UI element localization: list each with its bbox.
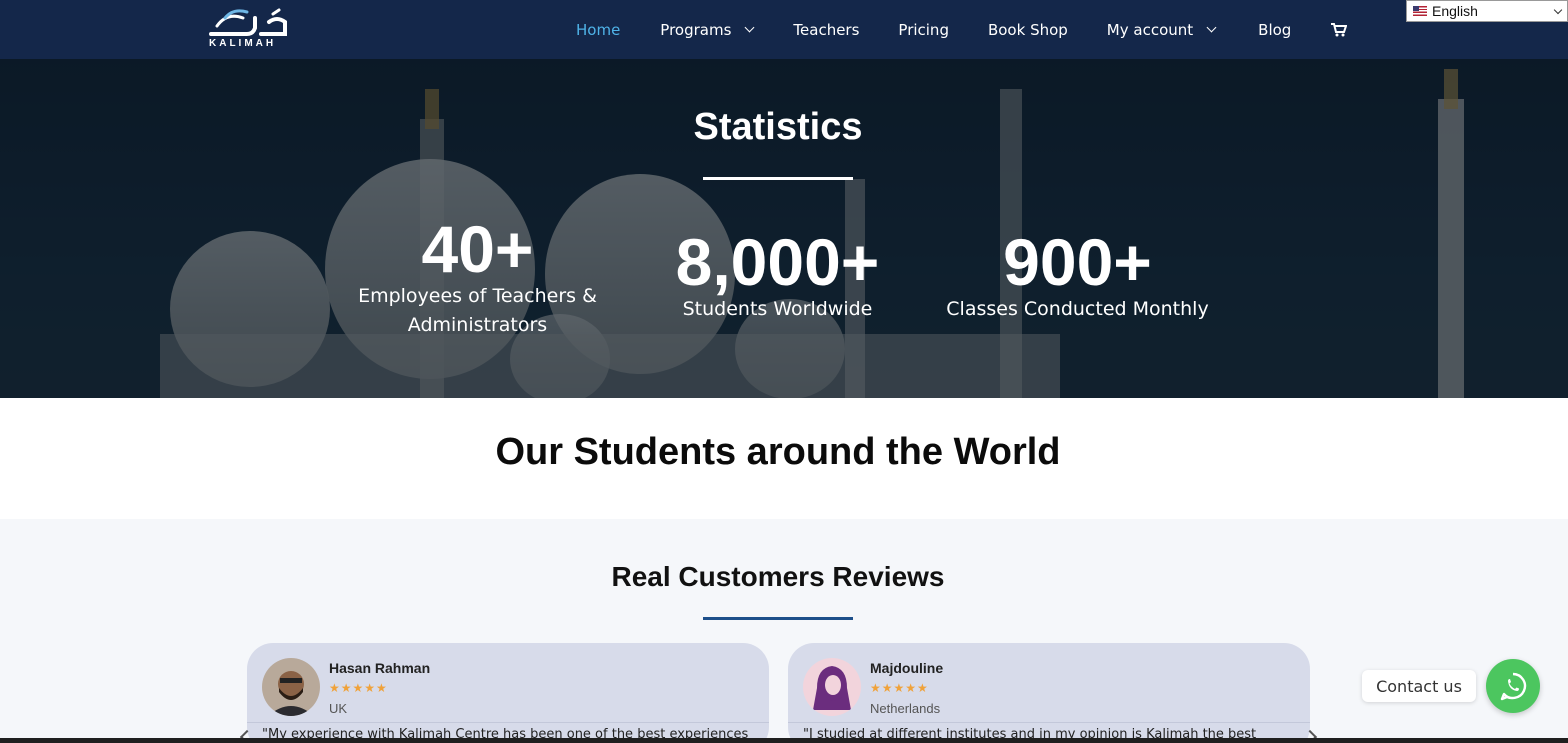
reviews-title: Real Customers Reviews — [611, 561, 945, 592]
nav-home[interactable]: Home — [576, 21, 620, 39]
stat-classes: 900+ Classes Conducted Monthly — [940, 229, 1215, 324]
nav-programs[interactable]: Programs — [660, 21, 755, 39]
avatar — [803, 658, 861, 716]
divider — [788, 722, 1310, 723]
contact-us-label[interactable]: Contact us — [1362, 670, 1476, 702]
title-underline — [703, 617, 853, 620]
stat-label: Classes Conducted Monthly — [946, 298, 1209, 320]
stat-number: 900+ — [1003, 225, 1152, 299]
cart-icon — [1331, 22, 1348, 36]
students-world-section: Our Students around the World — [0, 398, 1568, 519]
cart-button[interactable] — [1331, 22, 1348, 37]
reviewer-country: Netherlands — [870, 701, 941, 716]
stat-teachers: 40+ Employees of Teachers & Administrato… — [355, 216, 600, 340]
reviewer-name: Hasan Rahman — [329, 660, 431, 676]
nav-book-shop[interactable]: Book Shop — [988, 21, 1068, 39]
avatar — [262, 658, 320, 716]
statistics-section: Statistics 40+ Employees of Teachers & A… — [0, 59, 1568, 398]
nav-my-account[interactable]: My account — [1107, 21, 1217, 39]
kalimah-logo[interactable]: KALIMAH — [207, 8, 289, 52]
reviewer-country: UK — [329, 701, 348, 716]
us-flag-icon — [1413, 6, 1427, 16]
main-nav: Home Programs Teachers Pricing Book Shop… — [576, 0, 1348, 59]
language-label: English — [1432, 3, 1478, 19]
nav-pricing[interactable]: Pricing — [898, 21, 949, 39]
chevron-down-icon — [1553, 5, 1563, 15]
statistics-title: Statistics — [693, 106, 863, 148]
star-rating-icon: ★★★★★ — [870, 681, 929, 695]
section-title: Our Students around the World — [495, 431, 1061, 473]
nav-teachers[interactable]: Teachers — [793, 21, 859, 39]
logo-mark-icon — [209, 8, 287, 36]
whatsapp-icon — [1500, 672, 1527, 701]
site-header: KALIMAH Home Programs Teachers Pricing B… — [0, 0, 1568, 59]
chevron-down-icon — [1206, 22, 1217, 33]
stat-number: 8,000+ — [675, 225, 880, 299]
reviewer-name: Majdouline — [870, 660, 944, 676]
stat-label: Students Worldwide — [682, 298, 873, 320]
stat-label: Administrators — [407, 314, 548, 336]
title-underline — [703, 177, 853, 180]
horizontal-scrollbar[interactable] — [0, 738, 1568, 743]
chevron-down-icon — [744, 22, 755, 33]
reviews-section: Real Customers Reviews Hasan Rahman ★★★★… — [0, 519, 1568, 743]
divider — [247, 722, 769, 723]
star-rating-icon: ★★★★★ — [329, 681, 388, 695]
review-card: Hasan Rahman ★★★★★ UK "My experience wit… — [247, 643, 769, 743]
nav-blog[interactable]: Blog — [1258, 21, 1291, 39]
review-card: Majdouline ★★★★★ Netherlands "I studied … — [788, 643, 1310, 743]
stat-label: Employees of Teachers & — [358, 285, 597, 307]
logo-text: KALIMAH — [209, 38, 277, 49]
stat-students: 8,000+ Students Worldwide — [640, 229, 915, 324]
whatsapp-button[interactable] — [1486, 659, 1540, 713]
stat-number: 40+ — [421, 212, 534, 286]
language-selector[interactable]: English — [1406, 0, 1568, 22]
